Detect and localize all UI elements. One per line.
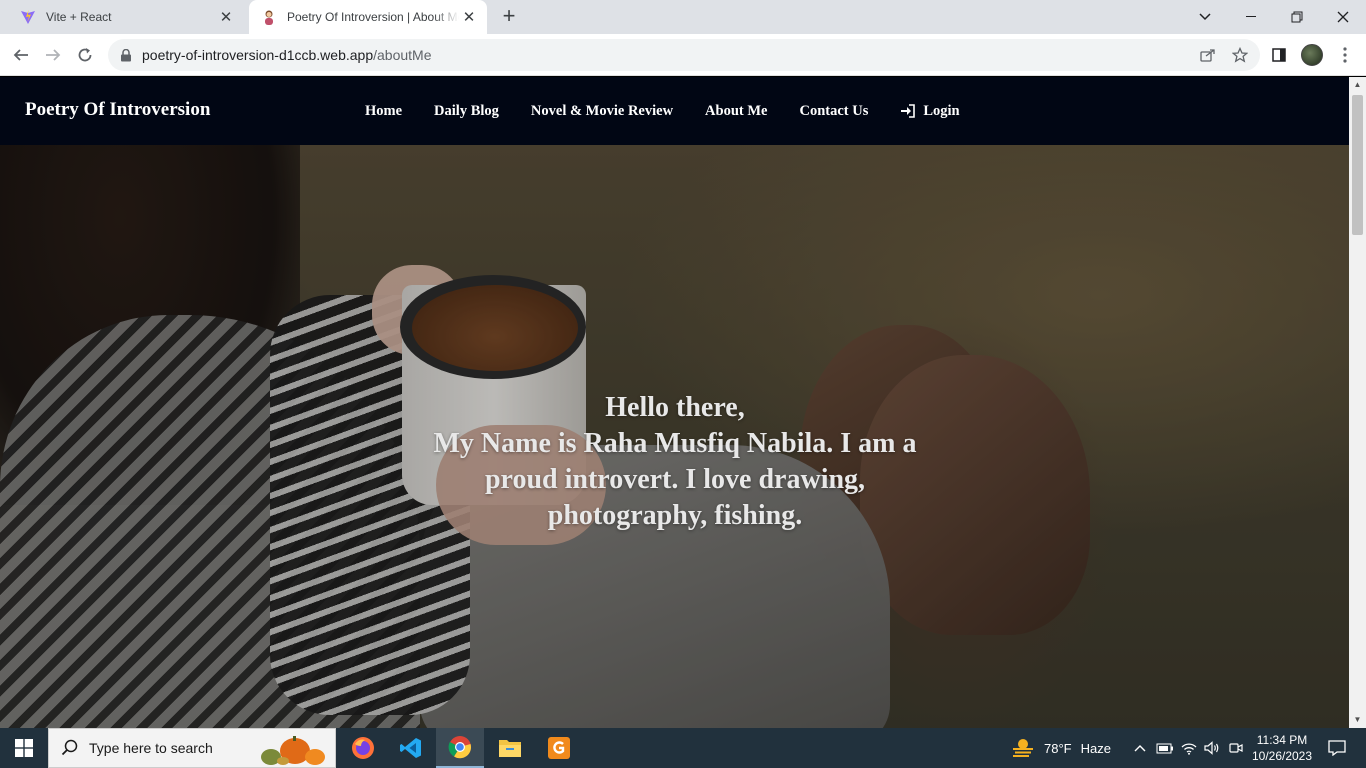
clock-date: 10/26/2023 <box>1251 749 1313 763</box>
weather-temperature: 78°F <box>1044 740 1072 756</box>
battery-icon[interactable] <box>1154 728 1176 768</box>
taskbar-search-box[interactable]: Type here to search <box>48 728 336 768</box>
nav-contact-us[interactable]: Contact Us <box>799 103 868 120</box>
chrome-icon[interactable] <box>436 728 484 768</box>
pumpkins-icon <box>261 736 325 765</box>
tab-vite-react[interactable]: Vite + React ✕ <box>8 0 244 34</box>
reload-icon[interactable] <box>70 40 100 70</box>
system-clock[interactable]: 11:34 PM 10/26/2023 <box>1246 732 1318 764</box>
share-icon[interactable] <box>1194 39 1222 71</box>
nav-daily-blog[interactable]: Daily Blog <box>434 103 499 120</box>
forward-arrow-icon[interactable] <box>38 40 68 70</box>
nav-home[interactable]: Home <box>365 103 402 120</box>
hero-intro: My Name is Raha Musfiq Nabila. I am a pr… <box>433 428 917 531</box>
wifi-icon[interactable] <box>1178 728 1200 768</box>
clock-time: 11:34 PM <box>1256 733 1308 747</box>
tab-title: Vite + React <box>46 10 112 24</box>
weather-widget[interactable]: 78°F Haze <box>1010 728 1111 768</box>
url-host: poetry-of-introversion-d1ccb.web.app <box>142 47 374 63</box>
nav-novel-movie-review[interactable]: Novel & Movie Review <box>531 103 673 120</box>
scroll-up-arrow-icon[interactable]: ▲ <box>1349 77 1366 93</box>
url-text: poetry-of-introversion-d1ccb.web.app/abo… <box>142 47 432 63</box>
hero-text: Hello there, My Name is Raha Musfiq Nabi… <box>430 390 920 534</box>
address-bar[interactable]: poetry-of-introversion-d1ccb.web.app/abo… <box>108 39 1260 71</box>
back-arrow-icon[interactable] <box>6 40 36 70</box>
windows-start-icon[interactable] <box>0 728 48 768</box>
scroll-down-arrow-icon[interactable]: ▼ <box>1349 712 1366 728</box>
site-brand[interactable]: Poetry Of Introversion <box>25 99 210 121</box>
scrollbar-thumb[interactable] <box>1352 95 1363 235</box>
profile-avatar[interactable] <box>1297 40 1327 70</box>
site-navbar: Poetry Of Introversion Home Daily Blog N… <box>0 77 1349 145</box>
bookmark-star-icon[interactable] <box>1226 39 1254 71</box>
avatar <box>1301 44 1323 66</box>
volume-icon[interactable] <box>1201 728 1223 768</box>
login-label: Login <box>923 102 960 119</box>
weather-description: Haze <box>1080 740 1111 756</box>
lock-icon[interactable] <box>120 48 132 62</box>
notification-icon[interactable] <box>1322 728 1352 768</box>
new-tab-button[interactable]: + <box>498 5 520 28</box>
site-nav-links: Home Daily Blog Novel & Movie Review Abo… <box>365 77 992 145</box>
nav-login[interactable]: Login <box>900 102 960 120</box>
kebab-menu-icon[interactable] <box>1330 40 1360 70</box>
vscode-icon[interactable] <box>387 728 435 768</box>
minimize-button[interactable] <box>1228 0 1274 34</box>
browser-toolbar: poetry-of-introversion-d1ccb.web.app/abo… <box>0 34 1366 76</box>
url-path: /aboutMe <box>373 47 432 63</box>
close-window-button[interactable] <box>1320 0 1366 34</box>
page-scrollbar[interactable]: ▲ ▼ <box>1349 77 1366 728</box>
file-explorer-icon[interactable] <box>486 728 534 768</box>
chevron-up-icon[interactable] <box>1129 728 1151 768</box>
side-panel-icon[interactable] <box>1264 40 1294 70</box>
meet-now-icon[interactable] <box>1225 728 1247 768</box>
person-icon <box>261 9 277 25</box>
windows-taskbar: Type here to search 78°F Haze 11:34 PM 1… <box>0 728 1366 768</box>
hero-greeting: Hello there, <box>605 392 745 423</box>
tab-search-chevron-icon[interactable] <box>1182 0 1228 34</box>
tab-about-me[interactable]: Poetry Of Introversion | About Me ✕ <box>249 0 487 34</box>
restore-button[interactable] <box>1274 0 1320 34</box>
close-tab-icon[interactable]: ✕ <box>216 7 236 27</box>
hero-banner: Hello there, My Name is Raha Musfiq Nabi… <box>0 145 1349 728</box>
pdf-app-icon[interactable] <box>535 728 583 768</box>
firefox-icon[interactable] <box>339 728 387 768</box>
search-icon <box>61 739 78 756</box>
browser-tab-strip: Vite + React ✕ Poetry Of Introversion | … <box>0 0 1366 34</box>
close-tab-icon[interactable]: ✕ <box>459 7 479 27</box>
vite-icon <box>20 9 36 25</box>
haze-icon <box>1013 739 1033 757</box>
page-viewport: Poetry Of Introversion Home Daily Blog N… <box>0 77 1349 728</box>
search-placeholder: Type here to search <box>89 740 213 756</box>
tab-title: Poetry Of Introversion | About Me <box>287 10 459 24</box>
login-icon <box>901 104 916 118</box>
nav-about-me[interactable]: About Me <box>705 103 767 120</box>
